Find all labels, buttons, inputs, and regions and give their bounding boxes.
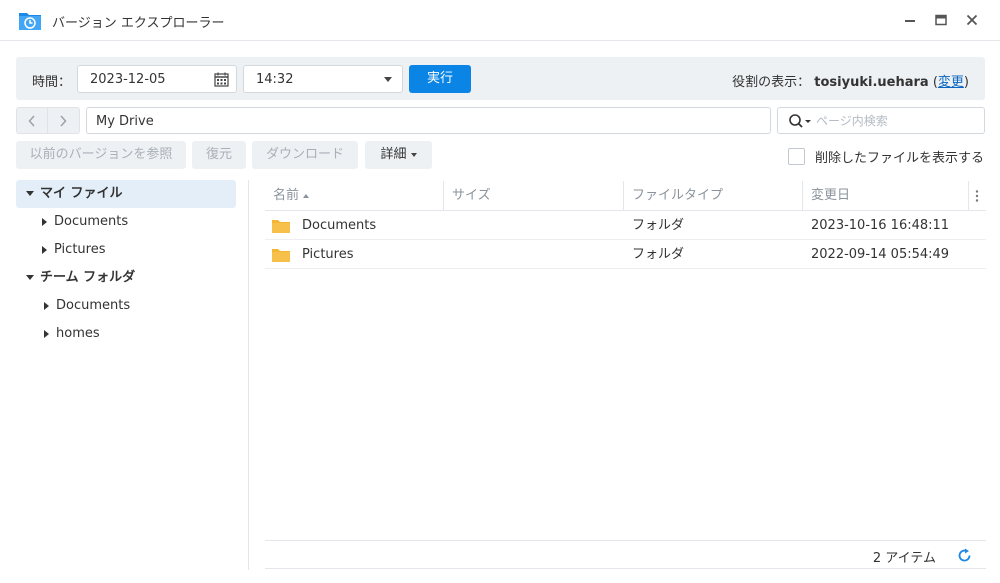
tree-item-label: Pictures xyxy=(54,242,106,257)
search-input[interactable] xyxy=(816,112,976,130)
forward-button[interactable] xyxy=(48,107,80,134)
item-count: 2 アイテム xyxy=(872,551,936,566)
time-value: 14:32 xyxy=(256,72,294,87)
column-header-type[interactable]: ファイルタイプ xyxy=(624,181,802,211)
download-button[interactable]: ダウンロード xyxy=(252,141,358,169)
date-value: 2023-12-05 xyxy=(90,72,166,87)
collapsed-caret-icon[interactable] xyxy=(42,246,47,254)
tree-item-my-files[interactable]: マイ ファイル xyxy=(16,180,236,208)
window-title: バージョン エクスプローラー xyxy=(52,16,225,31)
chevron-right-icon xyxy=(60,115,67,127)
show-deleted-checkbox[interactable] xyxy=(787,148,805,165)
column-divider[interactable] xyxy=(968,181,969,211)
time-select[interactable]: 14:32 xyxy=(243,65,403,93)
column-header-size[interactable]: サイズ xyxy=(444,181,623,211)
cell-modified: 2022-09-14 05:54:49 xyxy=(811,247,950,262)
role-user: tosiyuki.uehara xyxy=(814,75,929,90)
date-picker[interactable]: 2023-12-05 xyxy=(77,65,237,93)
path-bar[interactable]: My Drive xyxy=(86,107,771,134)
role-view: 役割の表示： tosiyuki.uehara (変更) xyxy=(732,71,969,90)
file-list: 名前 サイズ ファイルタイプ 変更日 Documents フォルダ 2023-1… xyxy=(265,181,986,269)
show-deleted-option[interactable]: 削除したファイルを表示する xyxy=(787,147,984,166)
title-bar: バージョン エクスプローラー xyxy=(0,0,1000,41)
tree-item-label: チーム フォルダ xyxy=(40,270,136,285)
folder-tree: マイ ファイル Documents Pictures チーム フォルダ Docu… xyxy=(16,180,236,348)
collapsed-caret-icon[interactable] xyxy=(44,302,49,310)
version-explorer-app-icon xyxy=(18,9,42,31)
tree-item-label: Documents xyxy=(54,214,129,229)
details-button[interactable]: 詳細 xyxy=(365,141,432,169)
column-options-icon[interactable] xyxy=(970,189,984,203)
search-icon[interactable] xyxy=(788,113,811,129)
tree-item-team-documents[interactable]: Documents xyxy=(16,292,236,320)
cell-name: Documents xyxy=(302,218,377,233)
details-label: 詳細 xyxy=(380,147,407,162)
collapsed-caret-icon[interactable] xyxy=(44,330,49,338)
refresh-icon[interactable] xyxy=(957,548,972,563)
search-box[interactable] xyxy=(777,107,985,134)
pane-divider[interactable] xyxy=(248,180,249,570)
tree-item-label: マイ ファイル xyxy=(40,186,123,201)
time-toolbar: 時間： 2023-12-05 14:32 実行 役割の表示： tosiyuki.… xyxy=(16,57,985,100)
cell-name: Pictures xyxy=(302,247,354,262)
restore-button[interactable]: 復元 xyxy=(192,141,246,169)
tree-item-label: homes xyxy=(56,326,100,341)
browse-previous-versions-button[interactable]: 以前のバージョンを参照 xyxy=(16,141,186,169)
time-label: 時間： xyxy=(32,75,72,90)
role-label: 役割の表示： xyxy=(732,75,811,90)
sort-ascending-icon xyxy=(303,193,310,198)
close-icon[interactable] xyxy=(964,12,980,28)
tree-item-team-folders[interactable]: チーム フォルダ xyxy=(16,264,236,292)
table-row[interactable]: Pictures フォルダ 2022-09-14 05:54:49 xyxy=(265,240,986,269)
maximize-icon[interactable] xyxy=(933,12,949,28)
cell-type: フォルダ xyxy=(632,247,685,262)
minimize-icon[interactable] xyxy=(902,12,918,28)
tree-item-label: Documents xyxy=(56,298,131,313)
cell-type: フォルダ xyxy=(632,218,685,233)
table-row[interactable]: Documents フォルダ 2023-10-16 16:48:11 xyxy=(265,211,986,240)
collapsed-caret-icon[interactable] xyxy=(42,218,47,226)
column-label: 名前 xyxy=(273,188,300,203)
list-footer: 2 アイテム xyxy=(265,540,986,569)
calendar-icon[interactable] xyxy=(214,72,229,87)
current-path: My Drive xyxy=(96,114,154,129)
cell-modified: 2023-10-16 16:48:11 xyxy=(811,218,950,233)
list-header: 名前 サイズ ファイルタイプ 変更日 xyxy=(265,181,986,211)
back-button[interactable] xyxy=(16,107,48,134)
column-header-name[interactable]: 名前 xyxy=(265,181,443,211)
expanded-caret-icon[interactable] xyxy=(26,191,34,196)
chevron-left-icon xyxy=(28,115,35,127)
column-header-modified[interactable]: 変更日 xyxy=(803,181,968,211)
chevron-down-icon xyxy=(410,152,417,157)
chevron-down-icon xyxy=(384,77,392,82)
run-button[interactable]: 実行 xyxy=(409,65,471,93)
tree-item-documents[interactable]: Documents xyxy=(16,208,236,236)
change-role-link[interactable]: 変更 xyxy=(938,75,964,90)
tree-item-homes[interactable]: homes xyxy=(16,320,236,348)
expanded-caret-icon[interactable] xyxy=(26,275,34,280)
tree-item-pictures[interactable]: Pictures xyxy=(16,236,236,264)
role-close-paren: ) xyxy=(963,75,969,90)
folder-icon xyxy=(272,248,290,262)
folder-icon xyxy=(272,219,290,233)
show-deleted-label: 削除したファイルを表示する xyxy=(814,151,984,166)
